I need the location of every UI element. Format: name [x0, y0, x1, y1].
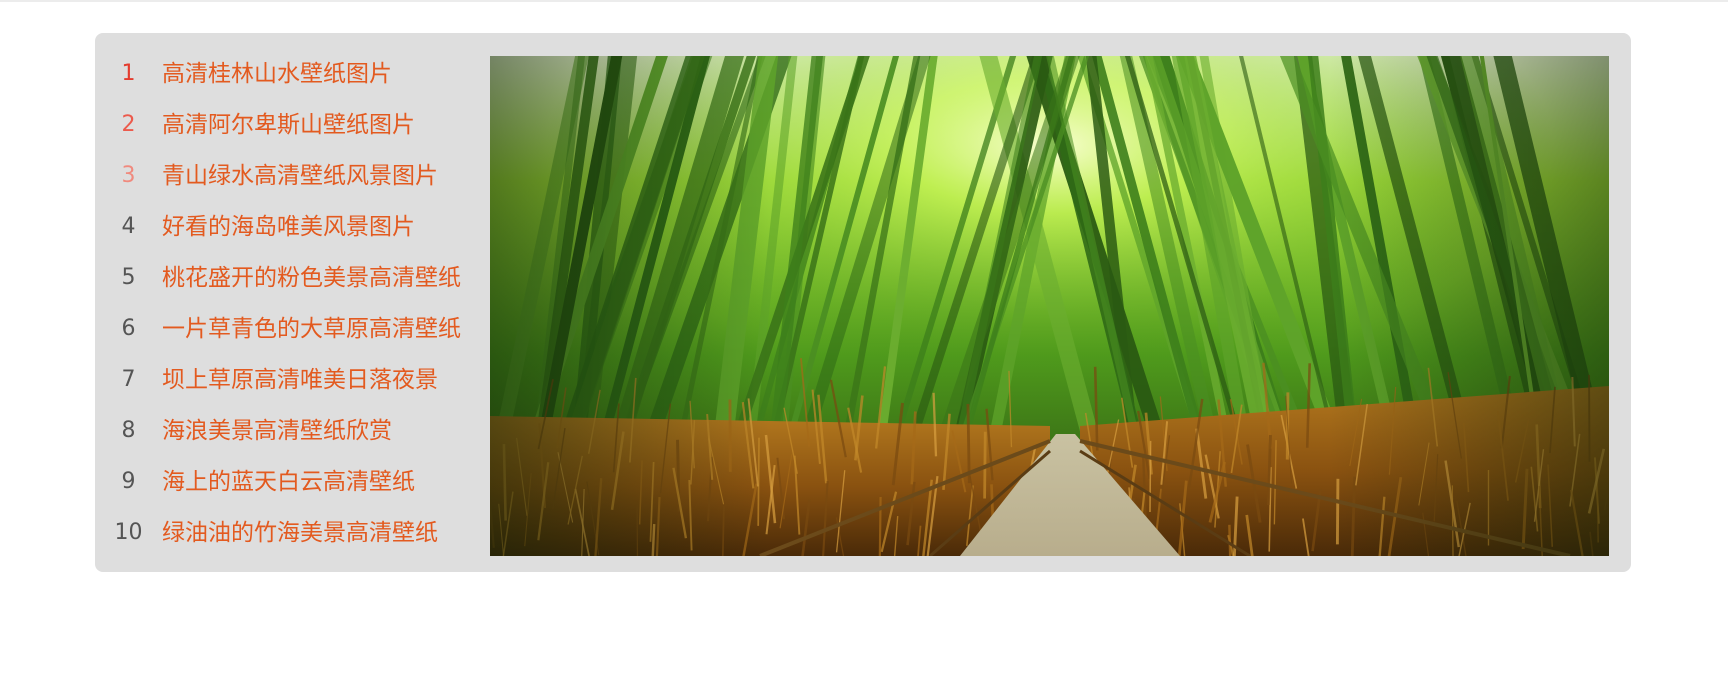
list-item[interactable]: 2 高清阿尔卑斯山壁纸图片	[95, 108, 475, 159]
list-item[interactable]: 4 好看的海岛唯美风景图片	[95, 210, 475, 261]
list-item[interactable]: 7 坝上草原高清唯美日落夜景	[95, 363, 475, 414]
bamboo-forest-photo	[490, 56, 1609, 556]
rank-title-link[interactable]: 青山绿水高清壁纸风景图片	[162, 159, 474, 193]
rank-number: 2	[121, 112, 136, 137]
rank-number: 3	[121, 163, 136, 188]
rank-title-link[interactable]: 一片草青色的大草原高清壁纸	[162, 312, 474, 346]
top-divider	[0, 0, 1728, 2]
rank-title-link[interactable]: 好看的海岛唯美风景图片	[162, 210, 474, 244]
rank-number: 10	[114, 520, 143, 545]
list-item[interactable]: 3 青山绿水高清壁纸风景图片	[95, 159, 475, 210]
rank-number: 5	[121, 265, 136, 290]
featured-image[interactable]	[490, 56, 1609, 556]
ranking-list: 1 高清桂林山水壁纸图片 2 高清阿尔卑斯山壁纸图片 3 青山绿水高清壁纸风景图…	[95, 57, 475, 567]
list-item[interactable]: 8 海浪美景高清壁纸欣赏	[95, 414, 475, 465]
list-item[interactable]: 6 一片草青色的大草原高清壁纸	[95, 312, 475, 363]
rank-title-link[interactable]: 海浪美景高清壁纸欣赏	[162, 414, 474, 448]
rank-title-link[interactable]: 桃花盛开的粉色美景高清壁纸	[162, 261, 474, 295]
rank-title-link[interactable]: 高清桂林山水壁纸图片	[162, 57, 474, 91]
rank-number: 6	[121, 316, 136, 341]
list-item[interactable]: 10 绿油油的竹海美景高清壁纸	[95, 516, 475, 567]
rank-number: 1	[121, 61, 136, 86]
rank-title-link[interactable]: 海上的蓝天白云高清壁纸	[162, 465, 474, 499]
ranking-panel: 1 高清桂林山水壁纸图片 2 高清阿尔卑斯山壁纸图片 3 青山绿水高清壁纸风景图…	[95, 33, 1631, 572]
rank-title-link[interactable]: 高清阿尔卑斯山壁纸图片	[162, 108, 474, 142]
rank-number: 4	[121, 214, 136, 239]
list-item[interactable]: 5 桃花盛开的粉色美景高清壁纸	[95, 261, 475, 312]
rank-number: 7	[121, 367, 136, 392]
list-item[interactable]: 1 高清桂林山水壁纸图片	[95, 57, 475, 108]
rank-number: 9	[121, 469, 136, 494]
rank-number: 8	[121, 418, 136, 443]
rank-title-link[interactable]: 坝上草原高清唯美日落夜景	[162, 363, 474, 397]
rank-title-link[interactable]: 绿油油的竹海美景高清壁纸	[162, 516, 474, 550]
list-item[interactable]: 9 海上的蓝天白云高清壁纸	[95, 465, 475, 516]
